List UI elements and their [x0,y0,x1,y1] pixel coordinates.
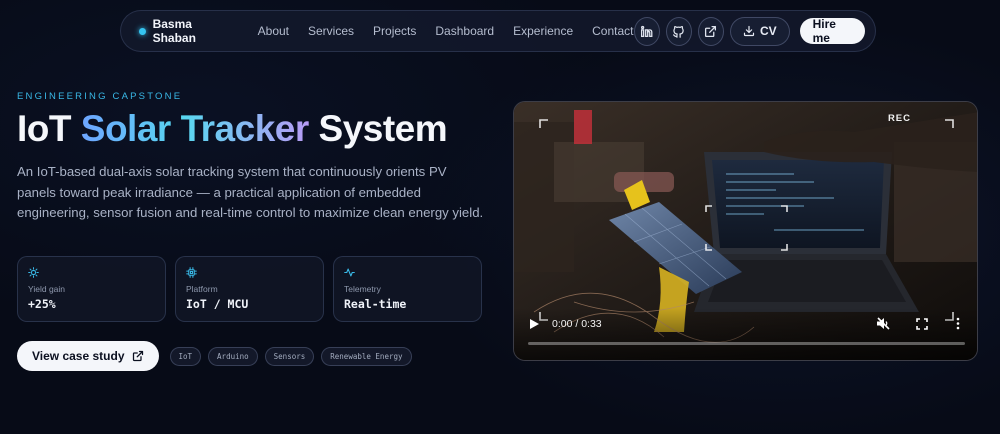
more-options-icon[interactable] [955,317,961,330]
stat-label: Telemetry [344,284,381,294]
tag-arduino: Arduino [208,346,258,366]
tag-renewable-energy: Renewable Energy [321,346,412,366]
eyebrow-label: ENGINEERING CAPSTONE [17,91,183,102]
video-time: 0:00 / 0:33 [552,318,602,330]
download-icon [743,25,755,37]
nav-link-experience[interactable]: Experience [513,24,573,38]
nav-link-services[interactable]: Services [308,24,354,38]
nav-links: About Services Projects Dashboard Experi… [258,24,634,38]
title-prefix: IoT [17,108,81,149]
play-icon[interactable] [529,318,540,330]
download-cv-button[interactable]: CV [729,16,790,46]
stat-card-yield: Yield gain +25% [17,256,166,322]
stats-row: Yield gain +25% Platform IoT / MCU Telem… [17,256,482,322]
top-navigation: Basma Shaban About Services Projects Das… [120,10,876,52]
title-accent: Solar Tracker [80,108,309,149]
rec-indicator: REC [887,113,911,124]
nav-link-about[interactable]: About [258,24,289,38]
video-progress-bar[interactable] [528,342,965,345]
page-title: IoT Solar Tracker System [17,108,448,150]
stat-label: Yield gain [28,284,66,294]
cta-row: View case study IoT Arduino Sensors Rene… [17,341,412,371]
stat-value: +25% [28,297,56,311]
pulse-icon [344,268,355,277]
nav-link-dashboard[interactable]: Dashboard [435,24,494,38]
stat-label: Platform [186,284,218,294]
status-dot-icon [139,27,146,35]
hero-description: An IoT-based dual-axis solar tracking sy… [17,164,484,220]
linkedin-icon [641,25,653,37]
brand[interactable]: Basma Shaban [139,17,234,45]
nav-link-projects[interactable]: Projects [373,24,416,38]
stat-value: Real-time [344,297,407,311]
sun-icon [28,267,39,278]
fullscreen-icon[interactable] [916,318,928,330]
stat-card-telemetry: Telemetry Real-time [333,256,482,322]
case-study-label: View case study [32,349,125,363]
external-link-icon [705,25,717,37]
github-icon [673,25,684,38]
brand-name: Basma Shaban [152,17,196,45]
external-link-button[interactable] [697,16,724,46]
chip-icon [186,267,197,278]
github-button[interactable] [665,16,692,46]
external-link-icon [132,350,143,362]
cv-label: CV [759,24,777,38]
nav-link-contact[interactable]: Contact [592,24,633,38]
tag-sensors: Sensors [264,346,315,366]
project-video-player[interactable]: REC 0:00 / 0:33 [513,101,978,361]
linkedin-button[interactable] [633,16,660,46]
title-suffix: System [308,108,448,149]
hire-me-button[interactable]: Hire me [799,17,866,45]
mute-icon[interactable] [876,317,890,330]
nav-actions: CV Hire me [633,16,866,46]
stat-value: IoT / MCU [186,297,249,311]
stat-card-platform: Platform IoT / MCU [175,256,324,322]
tag-iot: IoT [169,346,202,366]
view-case-study-button[interactable]: View case study [17,341,159,371]
video-controls [514,308,977,360]
